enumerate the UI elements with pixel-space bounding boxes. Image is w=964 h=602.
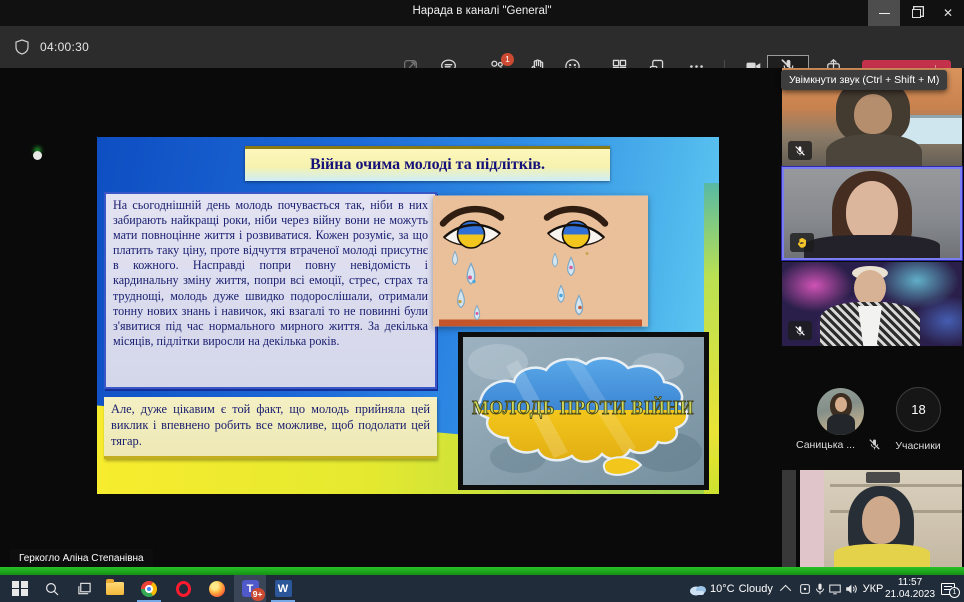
shared-screen-stage: Війна очима молоді та підлітків. На сьог… bbox=[0, 68, 782, 574]
word-icon: W bbox=[275, 580, 292, 597]
folder-icon bbox=[106, 582, 124, 595]
tile1-shoulders bbox=[826, 134, 922, 166]
mic-tooltip: Увімкнути звук (Ctrl + Shift + M) bbox=[781, 70, 947, 90]
speaker-icon bbox=[844, 582, 858, 596]
meeting-timer: 04:00:30 bbox=[40, 40, 89, 54]
presenter-name-label: Геркогло Аліна Степанівна bbox=[10, 549, 153, 568]
word-button[interactable]: W bbox=[268, 575, 298, 602]
firefox-button[interactable] bbox=[202, 575, 232, 602]
ukraine-map-artwork: МОЛОДЬ ПРОТИ ВІЙНИ bbox=[458, 332, 709, 490]
language-label: УКР bbox=[863, 583, 884, 595]
language-indicator[interactable]: УКР bbox=[858, 575, 888, 602]
crying-eyes-artwork bbox=[433, 195, 648, 327]
screen-share-border bbox=[0, 567, 964, 575]
tile4-router bbox=[866, 472, 900, 483]
tray-mic-button[interactable] bbox=[813, 575, 827, 602]
opera-icon bbox=[176, 581, 191, 597]
teams-meeting-window: Нарада в каналі "General" ✕ 04:00:30 Від… bbox=[0, 0, 964, 602]
weather-icon-area[interactable] bbox=[686, 575, 710, 602]
tile4-shelf bbox=[830, 484, 962, 487]
chrome-icon bbox=[141, 581, 157, 597]
word-letter: W bbox=[278, 583, 288, 595]
weather-temp: 10°C bbox=[710, 583, 735, 595]
tile4-face bbox=[862, 496, 900, 544]
window-title: Нарада в каналі "General" bbox=[0, 5, 964, 17]
opera-button[interactable] bbox=[168, 575, 198, 602]
teams-icon: T 9+ bbox=[242, 580, 259, 597]
task-view-icon bbox=[77, 581, 92, 596]
tray-app-button[interactable] bbox=[797, 575, 813, 602]
tile2-face bbox=[846, 181, 898, 243]
action-center-button[interactable]: 1 bbox=[936, 575, 960, 602]
firefox-icon bbox=[209, 581, 225, 597]
video-tile-4[interactable] bbox=[800, 470, 962, 567]
windows-taskbar: T 9+ W 10°C Cloudy bbox=[0, 575, 964, 602]
overflow-participants-count[interactable]: 18 bbox=[896, 387, 941, 432]
weather-condition: Cloudy bbox=[739, 583, 773, 595]
cloud-icon bbox=[688, 582, 708, 596]
clock-date: 21.04.2023 bbox=[885, 589, 935, 601]
restore-icon bbox=[912, 9, 921, 18]
avatar-face bbox=[835, 397, 847, 412]
participant-name: Саницька ... bbox=[796, 439, 870, 451]
weather-widget[interactable]: 10°C Cloudy bbox=[710, 575, 770, 602]
mic-off-icon bbox=[788, 321, 812, 340]
slide-paragraph-1: На сьогоднішній день молодь почувається … bbox=[104, 192, 437, 389]
tile2-shoulders bbox=[804, 235, 940, 260]
device-icon bbox=[798, 582, 812, 596]
map-caption: МОЛОДЬ ПРОТИ ВІЙНИ bbox=[472, 396, 694, 419]
title-bar: Нарада в каналі "General" ✕ bbox=[0, 0, 964, 26]
notification-badge: 1 bbox=[949, 587, 960, 598]
tray-network-button[interactable] bbox=[827, 575, 843, 602]
meeting-toolbar: 04:00:30 Відкріпити Чат Користувачі 1 Пі… bbox=[0, 26, 964, 68]
clock-time: 11:57 bbox=[885, 577, 935, 589]
slide-title: Війна очима молоді та підлітків. bbox=[245, 146, 610, 181]
tile4-shirt bbox=[834, 544, 930, 567]
chevron-up-icon bbox=[780, 584, 791, 595]
file-explorer-button[interactable] bbox=[100, 575, 130, 602]
participants-count-label: Учасники bbox=[880, 440, 956, 452]
teams-badge: 9+ bbox=[251, 588, 265, 601]
search-icon bbox=[44, 581, 60, 597]
tray-volume-button[interactable] bbox=[843, 575, 859, 602]
task-view-button[interactable] bbox=[70, 575, 98, 602]
tile4-curtain bbox=[800, 470, 824, 567]
video-tile-edge bbox=[782, 470, 796, 567]
video-tile-3[interactable] bbox=[782, 262, 962, 346]
taskbar-search-button[interactable] bbox=[38, 575, 66, 602]
tile3-face bbox=[854, 270, 886, 306]
chrome-button[interactable] bbox=[134, 575, 164, 602]
tray-expand-button[interactable] bbox=[779, 575, 795, 602]
slide-paragraph-2: Але, дуже цікавим є той факт, що молодь … bbox=[104, 397, 437, 459]
start-button[interactable] bbox=[6, 575, 34, 602]
start-icon bbox=[12, 581, 27, 596]
pointer-dot bbox=[33, 151, 42, 160]
mic-off-icon bbox=[788, 141, 812, 160]
mic-icon bbox=[813, 582, 827, 596]
shield-icon bbox=[14, 39, 30, 55]
minimize-icon bbox=[879, 13, 890, 14]
presentation-slide: Війна очима молоді та підлітків. На сьог… bbox=[97, 137, 719, 494]
restore-button[interactable] bbox=[900, 0, 932, 26]
notification-icon: 1 bbox=[941, 583, 955, 595]
avatar-body bbox=[827, 414, 855, 435]
video-tile-2-active-speaker[interactable] bbox=[782, 167, 962, 260]
participant-avatar[interactable] bbox=[817, 388, 864, 435]
minimize-button[interactable] bbox=[868, 0, 900, 26]
clock[interactable]: 11:57 21.04.2023 bbox=[888, 575, 932, 602]
teams-taskbar-button[interactable]: T 9+ bbox=[234, 575, 266, 602]
display-icon bbox=[828, 582, 842, 596]
raised-hand-icon bbox=[790, 233, 814, 252]
tile1-face bbox=[854, 94, 892, 134]
close-button[interactable]: ✕ bbox=[932, 0, 964, 26]
